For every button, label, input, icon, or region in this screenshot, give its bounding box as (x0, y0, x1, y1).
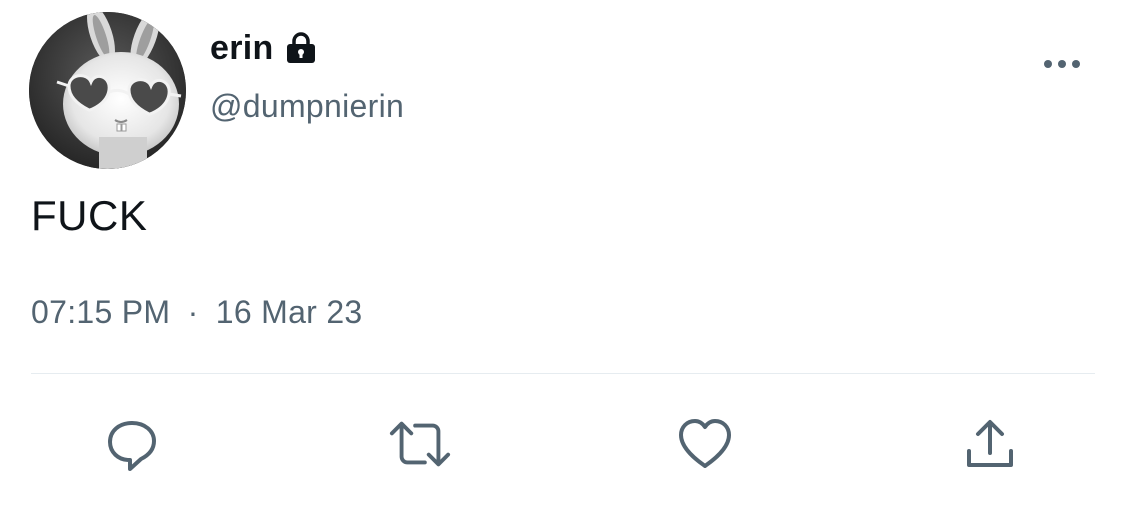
lock-icon (284, 31, 318, 65)
like-button[interactable] (673, 412, 737, 476)
timestamp-separator: · (187, 294, 199, 330)
reply-button[interactable] (100, 412, 164, 476)
name-row: erin (210, 26, 318, 70)
timestamp-row[interactable]: 07:15 PM · 16 Mar 23 (31, 294, 363, 331)
avatar-image (29, 12, 186, 169)
reply-icon (108, 421, 156, 471)
tweet-date: 16 Mar 23 (215, 294, 363, 330)
share-button[interactable] (958, 412, 1022, 476)
more-options-button[interactable] (1034, 46, 1090, 82)
share-icon (967, 420, 1013, 467)
retweet-icon (389, 421, 451, 467)
like-icon (679, 419, 731, 468)
display-name[interactable]: erin (210, 29, 274, 68)
more-options-icon (1044, 60, 1080, 68)
user-handle[interactable]: @dumpnierin (210, 88, 404, 125)
tweet-time: 07:15 PM (31, 294, 171, 330)
retweet-button[interactable] (388, 412, 452, 476)
divider (31, 373, 1095, 374)
avatar[interactable] (29, 12, 186, 169)
tweet-card: erin @dumpnierin FUCK 07:15 PM · 16 Mar … (0, 0, 1125, 511)
tweet-text: FUCK (31, 192, 148, 239)
